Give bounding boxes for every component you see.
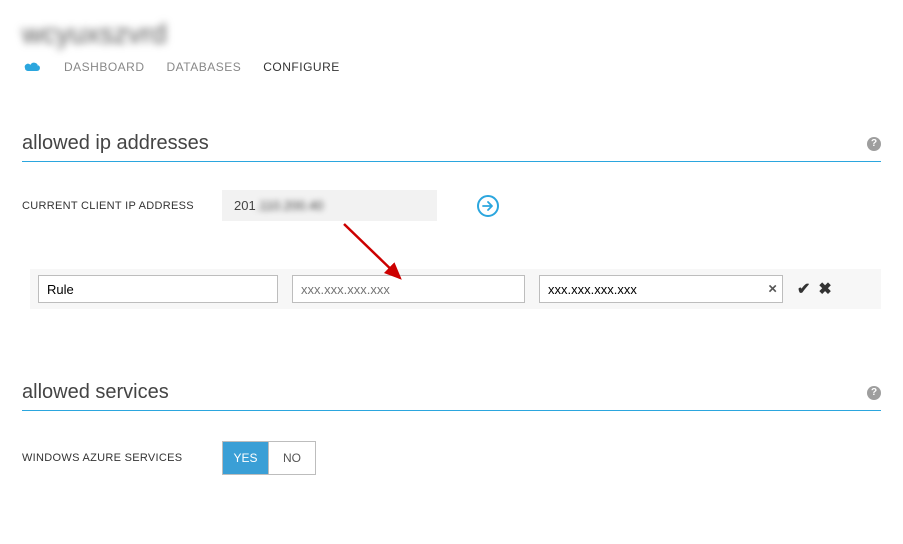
azure-services-row: WINDOWS AZURE SERVICES YES NO — [22, 441, 881, 475]
azure-services-label: WINDOWS AZURE SERVICES — [22, 452, 222, 464]
add-client-ip-button[interactable] — [477, 195, 499, 217]
allowed-services-heading: allowed services — [22, 381, 169, 404]
help-icon[interactable]: ? — [867, 386, 881, 400]
section-allowed-services: allowed services ? WINDOWS AZURE SERVICE… — [0, 381, 903, 475]
rule-end-ip-wrap: × — [539, 275, 783, 303]
client-ip-prefix: 201 — [234, 198, 256, 213]
tab-bar: DASHBOARD DATABASES CONFIGURE — [0, 60, 903, 84]
client-ip-blur: .110.200.40 — [256, 198, 324, 213]
tab-dashboard[interactable]: DASHBOARD — [64, 60, 145, 74]
rule-start-ip-input[interactable] — [292, 275, 525, 303]
client-ip-label: CURRENT CLIENT IP ADDRESS — [22, 200, 202, 212]
toggle-no-button[interactable]: NO — [269, 442, 315, 474]
tab-databases[interactable]: DATABASES — [167, 60, 242, 74]
allowed-services-heading-row: allowed services ? — [22, 381, 881, 411]
help-icon[interactable]: ? — [867, 137, 881, 151]
clear-input-icon[interactable]: × — [768, 281, 777, 298]
toggle-yes-button[interactable]: YES — [223, 442, 269, 474]
client-ip-value: 201.110.200.40 — [222, 190, 437, 221]
page-title: wcyuxszvrd — [0, 0, 903, 60]
rule-confirm-icons: ✔ ✖ — [797, 279, 838, 299]
azure-services-toggle: YES NO — [222, 441, 316, 475]
rule-end-ip-input[interactable] — [539, 275, 783, 303]
allowed-ip-heading: allowed ip addresses — [22, 132, 209, 155]
allowed-ip-heading-row: allowed ip addresses ? — [22, 132, 881, 162]
section-allowed-ip: allowed ip addresses ? CURRENT CLIENT IP… — [0, 132, 903, 309]
cloud-icon — [22, 60, 42, 74]
rule-row: × ✔ ✖ — [30, 269, 881, 309]
cancel-x-icon[interactable]: ✖ — [818, 279, 831, 299]
client-ip-row: CURRENT CLIENT IP ADDRESS 201.110.200.40 — [22, 190, 881, 221]
tab-configure[interactable]: CONFIGURE — [263, 60, 340, 74]
confirm-check-icon[interactable]: ✔ — [797, 279, 810, 299]
rule-name-input[interactable] — [38, 275, 278, 303]
